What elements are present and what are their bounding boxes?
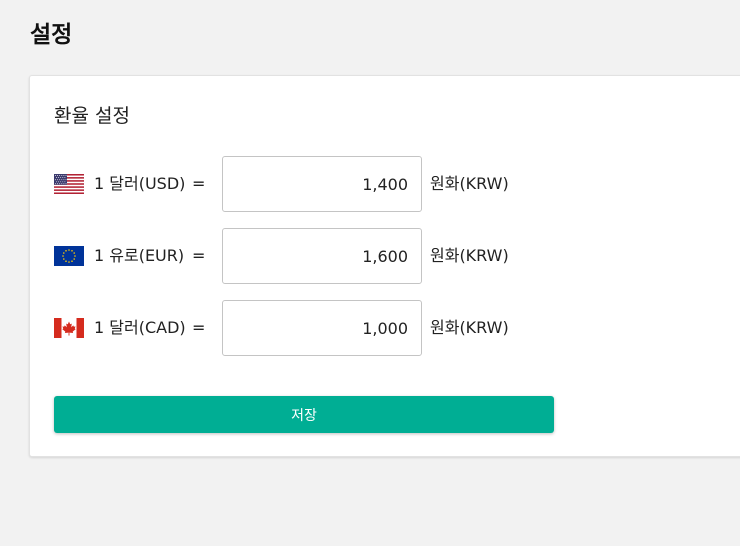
us-flag-icon bbox=[54, 174, 84, 194]
unit-label-krw: 원화(KRW) bbox=[430, 246, 509, 265]
canada-flag-icon bbox=[54, 318, 84, 338]
exchange-rate-card: 환율 설정 1 달러(USD) = 1,400 원화(KRW) 1 유로(EUR… bbox=[29, 75, 740, 457]
rate-row-usd: 1 달러(USD) = 원화(KRW) bbox=[54, 156, 574, 212]
equals-sign: = bbox=[192, 318, 206, 337]
eu-flag-icon bbox=[54, 246, 84, 266]
rate-row-eur: 1 유로(EUR) = 원화(KRW) bbox=[54, 228, 574, 284]
unit-label-krw: 원화(KRW) bbox=[430, 318, 509, 337]
section-title: 환율 설정 bbox=[54, 105, 130, 127]
page-title: 설정 bbox=[30, 22, 73, 48]
equals-sign: = bbox=[192, 174, 206, 193]
equals-sign: = bbox=[192, 246, 206, 265]
currency-label-usd: 1 달러(USD) bbox=[94, 174, 186, 193]
save-button[interactable]: 저장 bbox=[54, 396, 554, 433]
currency-label-cad: 1 달러(CAD) bbox=[94, 318, 186, 337]
unit-label-krw: 원화(KRW) bbox=[430, 174, 509, 193]
cad-rate-input[interactable] bbox=[222, 300, 422, 356]
rate-row-cad: 1 달러(CAD) = 원화(KRW) bbox=[54, 300, 574, 356]
usd-rate-input[interactable] bbox=[222, 156, 422, 212]
currency-label-eur: 1 유로(EUR) bbox=[94, 246, 185, 265]
eur-rate-input[interactable] bbox=[222, 228, 422, 284]
